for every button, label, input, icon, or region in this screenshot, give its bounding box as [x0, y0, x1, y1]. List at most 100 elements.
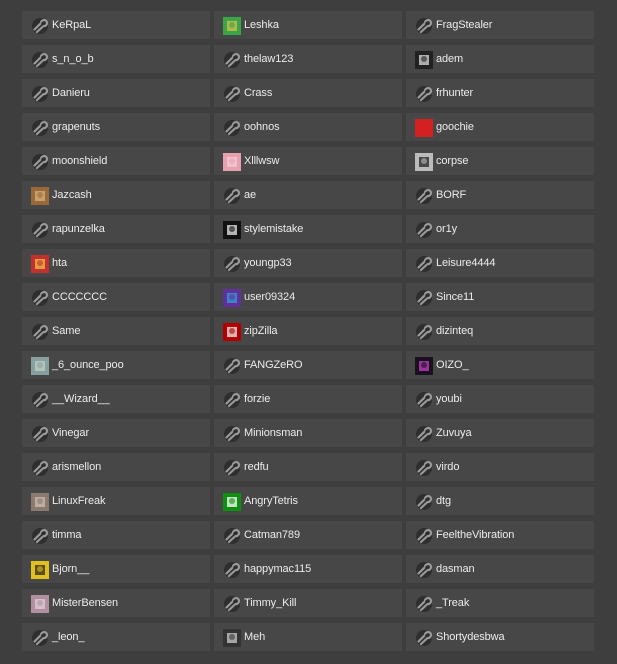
user-item[interactable]: Crass	[214, 79, 402, 107]
user-name: redfu	[244, 461, 269, 473]
user-item[interactable]: virdo	[406, 453, 594, 481]
avatar	[31, 561, 49, 579]
user-item[interactable]: Vinegar	[22, 419, 210, 447]
user-item[interactable]: FANGZeRO	[214, 351, 402, 379]
user-item[interactable]: stylemistake	[214, 215, 402, 243]
user-name: AngryTetris	[244, 495, 298, 507]
user-item[interactable]: AngryTetris	[214, 487, 402, 515]
default-avatar-icon	[223, 527, 241, 545]
user-name: stylemistake	[244, 223, 304, 235]
default-avatar-icon	[415, 255, 433, 273]
user-name: Danieru	[52, 87, 90, 99]
user-item[interactable]: ae	[214, 181, 402, 209]
user-item[interactable]: _6_ounce_poo	[22, 351, 210, 379]
user-item[interactable]: KeRpaL	[22, 11, 210, 39]
user-item[interactable]: thelaw123	[214, 45, 402, 73]
user-item[interactable]: MisterBensen	[22, 589, 210, 617]
user-name: adem	[436, 53, 464, 65]
user-item[interactable]: Jazcash	[22, 181, 210, 209]
user-item[interactable]: Same	[22, 317, 210, 345]
user-item[interactable]: grapenuts	[22, 113, 210, 141]
user-item[interactable]: FeeltheVibration	[406, 521, 594, 549]
default-avatar-icon	[415, 527, 433, 545]
user-name: FragStealer	[436, 19, 493, 31]
user-item[interactable]: Xlllwsw	[214, 147, 402, 175]
user-name: goochie	[436, 121, 474, 133]
user-name: BORF	[436, 189, 467, 201]
user-item[interactable]: Catman789	[214, 521, 402, 549]
default-avatar-icon	[223, 595, 241, 613]
user-item[interactable]: youngp33	[214, 249, 402, 277]
avatar	[415, 119, 433, 137]
user-item[interactable]: Leisure4444	[406, 249, 594, 277]
user-name: dasman	[436, 563, 475, 575]
user-name: oohnos	[244, 121, 280, 133]
user-item[interactable]: _Treak	[406, 589, 594, 617]
user-item[interactable]: Danieru	[22, 79, 210, 107]
user-name: dtg	[436, 495, 451, 507]
user-item[interactable]: FragStealer	[406, 11, 594, 39]
user-name: moonshield	[52, 155, 108, 167]
user-item[interactable]: Zuvuya	[406, 419, 594, 447]
user-item[interactable]: hta	[22, 249, 210, 277]
avatar	[31, 187, 49, 205]
user-name: __Wizard__	[52, 393, 110, 405]
user-item[interactable]: adem	[406, 45, 594, 73]
user-item[interactable]: Meh	[214, 623, 402, 651]
default-avatar-icon	[415, 17, 433, 35]
user-name: timma	[52, 529, 82, 541]
user-item[interactable]: moonshield	[22, 147, 210, 175]
user-item[interactable]: dizinteq	[406, 317, 594, 345]
default-avatar-icon	[31, 527, 49, 545]
user-item[interactable]: forzie	[214, 385, 402, 413]
user-item[interactable]: happymac115	[214, 555, 402, 583]
user-item[interactable]: Bjorn__	[22, 555, 210, 583]
avatar	[223, 17, 241, 35]
user-item[interactable]: oohnos	[214, 113, 402, 141]
avatar	[223, 323, 241, 341]
user-name: FeeltheVibration	[436, 529, 515, 541]
user-name: Jazcash	[52, 189, 92, 201]
user-item[interactable]: OIZO_	[406, 351, 594, 379]
user-item[interactable]: BORF	[406, 181, 594, 209]
user-item[interactable]: corpse	[406, 147, 594, 175]
default-avatar-icon	[31, 289, 49, 307]
user-item[interactable]: LinuxFreak	[22, 487, 210, 515]
user-item[interactable]: frhunter	[406, 79, 594, 107]
user-item[interactable]: Since11	[406, 283, 594, 311]
default-avatar-icon	[223, 255, 241, 273]
user-item[interactable]: timma	[22, 521, 210, 549]
user-item[interactable]: __Wizard__	[22, 385, 210, 413]
user-item[interactable]: Timmy_Kill	[214, 589, 402, 617]
default-avatar-icon	[415, 187, 433, 205]
user-item[interactable]: user09324	[214, 283, 402, 311]
default-avatar-icon	[223, 119, 241, 137]
user-item[interactable]: dtg	[406, 487, 594, 515]
default-avatar-icon	[31, 323, 49, 341]
user-name: frhunter	[436, 87, 474, 99]
avatar	[223, 289, 241, 307]
user-item[interactable]: Minionsman	[214, 419, 402, 447]
user-item[interactable]: youbi	[406, 385, 594, 413]
user-grid: KeRpaL Leshka FragStealer s_n_o_b thelaw123 a…	[0, 0, 617, 664]
user-item[interactable]: _leon_	[22, 623, 210, 651]
user-item[interactable]: CCCCCCC	[22, 283, 210, 311]
user-name: Same	[52, 325, 81, 337]
user-item[interactable]: redfu	[214, 453, 402, 481]
user-item[interactable]: or1y	[406, 215, 594, 243]
user-item[interactable]: zipZilla	[214, 317, 402, 345]
user-item[interactable]: dasman	[406, 555, 594, 583]
user-item[interactable]: s_n_o_b	[22, 45, 210, 73]
avatar	[31, 255, 49, 273]
default-avatar-icon	[223, 357, 241, 375]
user-item[interactable]: Leshka	[214, 11, 402, 39]
default-avatar-icon	[415, 595, 433, 613]
user-item[interactable]: Shortydesbwa	[406, 623, 594, 651]
user-item[interactable]: goochie	[406, 113, 594, 141]
default-avatar-icon	[415, 561, 433, 579]
user-item[interactable]: arismellon	[22, 453, 210, 481]
user-name: hta	[52, 257, 67, 269]
default-avatar-icon	[415, 391, 433, 409]
user-name: Crass	[244, 87, 273, 99]
user-item[interactable]: rapunzelka	[22, 215, 210, 243]
